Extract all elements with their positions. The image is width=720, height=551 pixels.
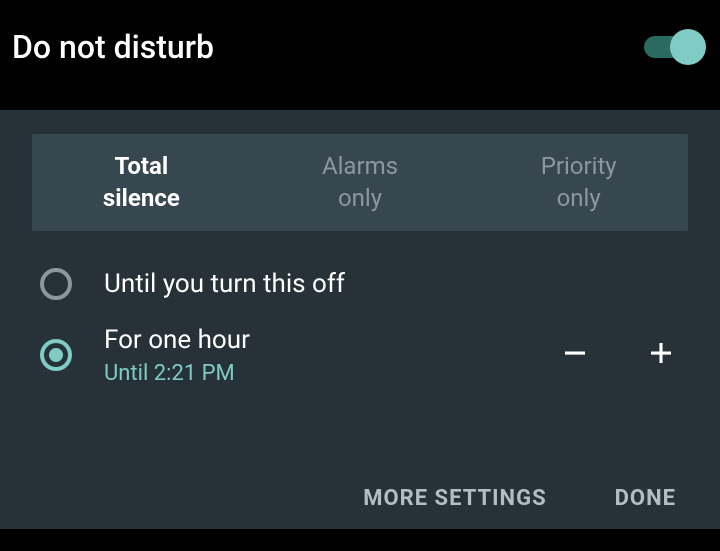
duration-steppers (560, 338, 688, 372)
dnd-toggle[interactable] (644, 36, 700, 58)
option-texts: Until you turn this off (104, 269, 345, 299)
option-until-off[interactable]: Until you turn this off (40, 255, 688, 313)
minus-icon (560, 338, 590, 368)
tab-priority-only[interactable]: Priority only (469, 134, 688, 231)
tab-alarms-only[interactable]: Alarms only (251, 134, 470, 231)
tab-label-line: Alarms (259, 150, 462, 182)
more-settings-button[interactable]: MORE SETTINGS (363, 486, 546, 511)
toggle-thumb (670, 29, 706, 65)
mode-tabs: Total silence Alarms only Priority only (32, 134, 688, 231)
radio-selected-icon[interactable] (40, 339, 72, 371)
option-for-duration[interactable]: For one hour Until 2:21 PM (40, 325, 688, 386)
tab-label-line: Priority (477, 150, 680, 182)
decrease-button[interactable] (560, 338, 590, 372)
tab-label-line: only (259, 182, 462, 214)
plus-icon (646, 338, 676, 368)
tab-label-line: only (477, 182, 680, 214)
option-label: For one hour (104, 325, 250, 355)
done-button[interactable]: DONE (615, 486, 676, 511)
tab-label-line: Total (40, 150, 243, 182)
option-label: Until you turn this off (104, 269, 345, 299)
tab-label-line: silence (40, 182, 243, 214)
header: Do not disturb (0, 0, 720, 110)
duration-options: Until you turn this off For one hour Unt… (32, 255, 688, 386)
main-panel: Total silence Alarms only Priority only … (0, 110, 720, 529)
tab-total-silence[interactable]: Total silence (32, 134, 251, 231)
radio-unselected-icon[interactable] (40, 268, 72, 300)
option-texts: For one hour Until 2:21 PM (104, 325, 250, 386)
option-sublabel: Until 2:21 PM (104, 361, 250, 386)
increase-button[interactable] (646, 338, 676, 372)
page-title: Do not disturb (12, 28, 214, 66)
footer-actions: MORE SETTINGS DONE (363, 486, 676, 511)
